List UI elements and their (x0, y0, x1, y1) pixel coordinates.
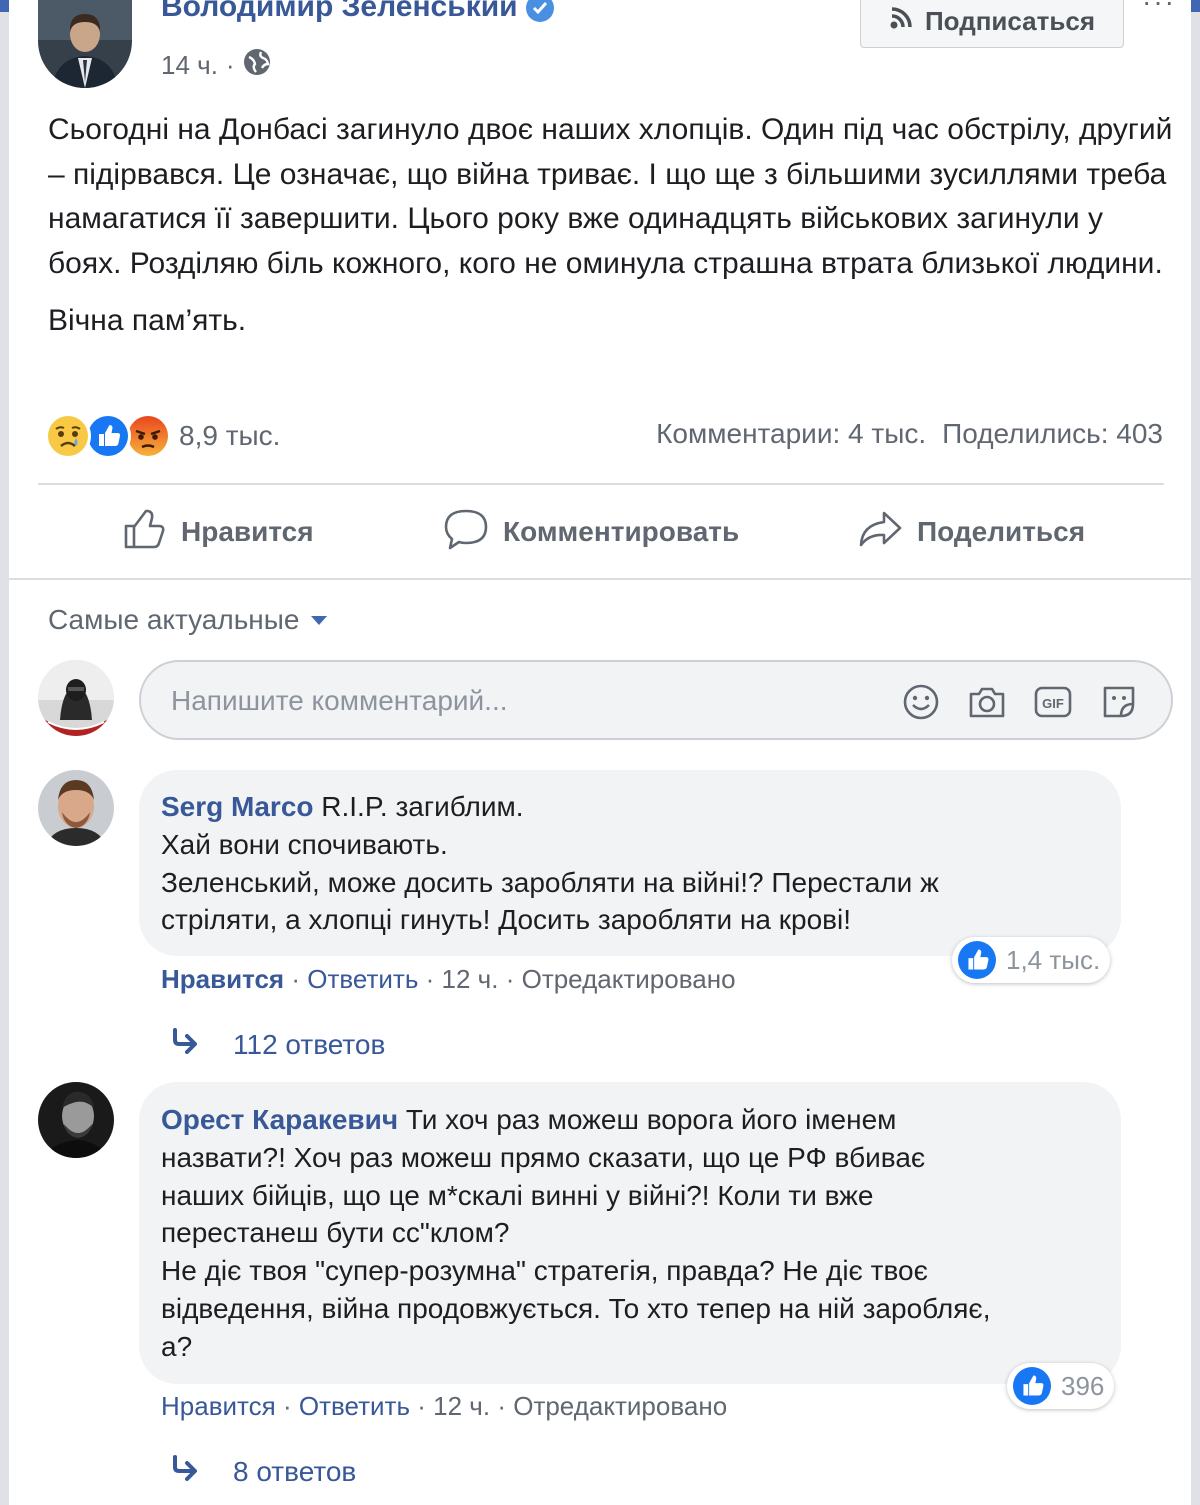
comment-line: а? (161, 1330, 193, 1362)
comment-bubble: Serg Marco R.I.P. загиблим. Хай вони спо… (139, 770, 1121, 956)
separator: · (417, 1391, 426, 1421)
camera-icon[interactable] (967, 682, 1007, 722)
author-avatar[interactable] (38, 0, 132, 88)
follow-button[interactable]: Подписаться (860, 0, 1124, 48)
comment-line: наших бійців, що це м*скалі винні у війн… (161, 1179, 874, 1211)
like-reaction-icon (958, 941, 996, 979)
divider (9, 578, 1191, 580)
comment-sort-dropdown[interactable]: Самые актуальные (48, 604, 328, 636)
post-body: Сьогодні на Донбасі загинуло двоє наших … (48, 108, 1178, 344)
view-replies-link[interactable]: 112 ответов (171, 1028, 385, 1061)
comment-text: R.I.P. загиблим. (313, 791, 524, 822)
divider (38, 483, 1164, 485)
comment-actions: Нравится · Ответить · 12 ч. · Отредактир… (161, 964, 736, 995)
comment-label: Комментировать (503, 516, 740, 547)
sticker-icon[interactable] (1099, 682, 1139, 722)
shares-count-link[interactable]: Поделились: 403 (942, 418, 1163, 450)
reactions-summary[interactable]: 8,9 тыс. (45, 413, 280, 459)
separator: · (497, 1391, 506, 1421)
comment-reply-link[interactable]: Ответить (307, 964, 418, 994)
like-button[interactable]: Нравится (123, 500, 314, 564)
comment-line: перестанеш бути сс"клом? (161, 1217, 510, 1249)
like-label: Нравится (181, 516, 314, 547)
comment-actions: Нравится · Ответить · 12 ч. · Отредактир… (161, 1391, 727, 1422)
comment-reaction-count[interactable]: 396 (1007, 1363, 1115, 1409)
post-actions-bar: Нравится Комментировать Поделиться (9, 500, 1191, 564)
sort-label: Самые актуальные (48, 604, 300, 635)
post-paragraph: Сьогодні на Донбасі загинуло двоє наших … (48, 113, 1173, 280)
share-button[interactable]: Поделиться (857, 500, 1085, 564)
comment-first-line: Serg Marco R.I.P. загиблим. (161, 788, 1111, 826)
reaction-count-text: 396 (1061, 1370, 1105, 1401)
commenter-name[interactable]: Орест Каракевич (161, 1104, 398, 1135)
thumbs-up-icon (123, 507, 167, 558)
edited-label[interactable]: Отредактировано (522, 964, 736, 994)
replies-count: 8 ответов (233, 1455, 357, 1487)
replies-count: 112 ответов (233, 1028, 386, 1060)
commenter-avatar[interactable] (38, 770, 114, 846)
comment-like-link[interactable]: Нравится (161, 1391, 276, 1421)
comment-first-line: Орест Каракевич Ти хоч раз можеш ворога … (161, 1101, 1111, 1139)
comment-reply-link[interactable]: Ответить (299, 1391, 410, 1421)
separator: · (505, 964, 515, 994)
meta-separator: · (225, 50, 235, 80)
comment-reaction-count[interactable]: 1,4 тыс. (952, 937, 1111, 983)
comment-line: відведення, війна продовжується. То хто … (161, 1292, 991, 1324)
speech-bubble-icon (443, 507, 489, 558)
reactions-count[interactable]: 8,9 тыс. (179, 420, 280, 452)
comments-count-link[interactable]: Комментарии: 4 тыс. (656, 418, 926, 450)
comment-line: Не діє твоя "супер-розумна" стратегія, п… (161, 1255, 928, 1287)
comment-line: назвати?! Хоч раз можеш прямо сказати, щ… (161, 1141, 926, 1173)
comment-timestamp[interactable]: 12 ч. (433, 1391, 490, 1421)
reply-arrow-icon (171, 1455, 205, 1488)
share-arrow-icon (857, 507, 903, 558)
author-name-text[interactable]: Володимир Зеленський (161, 0, 518, 23)
post-paragraph: Вічна пам’ять. (48, 304, 247, 338)
post-timestamp[interactable]: 14 ч. (161, 50, 218, 81)
globe-icon[interactable] (243, 48, 271, 83)
reply-arrow-icon (171, 1028, 205, 1061)
reaction-count-text: 1,4 тыс. (1006, 944, 1101, 975)
comment-input-placeholder: Напишите комментарий... (171, 685, 508, 716)
comment-bubble: Орест Каракевич Ти хоч раз можеш ворога … (139, 1082, 1121, 1384)
comment-button[interactable]: Комментировать (443, 500, 739, 564)
comment-line: Зеленський, може досить заробляти на вій… (161, 866, 939, 898)
post-card: Володимир Зеленський 14 ч. · Подписаться… (9, 0, 1191, 1505)
caret-down-icon (311, 615, 328, 625)
commenter-name[interactable]: Serg Marco (161, 791, 314, 822)
commenter-avatar[interactable] (38, 1082, 114, 1158)
svg-text:GIF: GIF (1042, 696, 1064, 711)
more-options-icon[interactable]: ··· (1142, 0, 1176, 18)
comment-text: Ти хоч раз можеш ворога його іменем (398, 1104, 897, 1135)
verified-badge-icon (525, 0, 554, 23)
sad-reaction-icon (45, 413, 91, 459)
separator: · (291, 964, 301, 994)
emoji-icon[interactable] (901, 682, 941, 722)
engagement-counts: Комментарии: 4 тыс. Поделились: 403 (656, 418, 1163, 450)
current-user-avatar[interactable] (38, 660, 114, 736)
comment-timestamp[interactable]: 12 ч. (442, 964, 499, 994)
comment-input[interactable]: Напишите комментарий... GIF (139, 660, 1173, 740)
comment-like-link[interactable]: Нравится (161, 964, 284, 994)
comment-line: Хай вони спочивають. (161, 828, 448, 860)
follow-label: Подписаться (924, 5, 1095, 36)
post-meta: 14 ч. · (161, 48, 271, 83)
gif-icon[interactable]: GIF (1033, 682, 1073, 722)
comment-line: стріляти, а хлопці гинуть! Досить заробл… (161, 904, 852, 936)
like-reaction-icon (1013, 1367, 1051, 1405)
edited-label[interactable]: Отредактировано (513, 1391, 727, 1421)
separator: · (425, 964, 435, 994)
like-reaction-icon (85, 413, 131, 459)
post-author-name[interactable]: Володимир Зеленський (161, 0, 554, 24)
angry-reaction-icon (125, 413, 171, 459)
separator: · (282, 1391, 292, 1421)
share-label: Поделиться (917, 516, 1086, 547)
rss-icon (889, 6, 915, 37)
view-replies-link[interactable]: 8 ответов (171, 1455, 356, 1488)
